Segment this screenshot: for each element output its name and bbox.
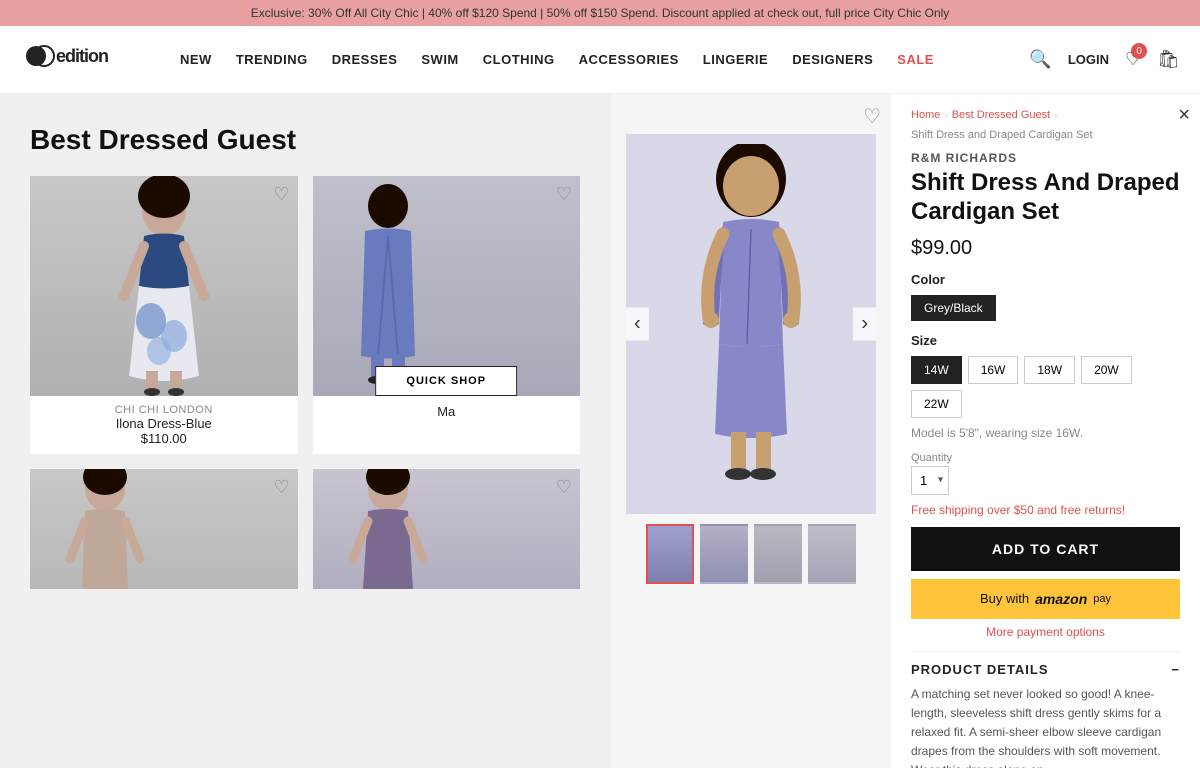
site-header: edition NEW TRENDING DRESSES SWIM CLOTHI… <box>0 26 1200 94</box>
product-title-detail: Shift Dress And Draped Cardigan Set <box>911 169 1180 227</box>
product-price-detail: $99.00 <box>911 237 1180 260</box>
product-brand-detail: R&M RICHARDS <box>911 151 1180 165</box>
wishlist-btn-main[interactable]: ♡ <box>863 104 881 129</box>
size-options: 14W 16W 18W 20W 22W <box>911 356 1180 418</box>
product-description: A matching set never looked so good! A k… <box>911 685 1180 768</box>
breadcrumb-current: Shift Dress and Draped Cardigan Set <box>911 129 1180 141</box>
product-details-section[interactable]: PRODUCT DETAILS − <box>911 651 1180 677</box>
product-image-3: ♡ <box>30 469 298 589</box>
product-card-4[interactable]: ♡ <box>313 469 581 589</box>
color-swatch[interactable]: Grey/Black <box>911 295 996 321</box>
image-prev-btn[interactable]: ‹ <box>626 308 649 341</box>
svg-text:edition: edition <box>56 46 108 66</box>
nav-designers[interactable]: DESIGNERS <box>792 52 873 67</box>
product-card-1[interactable]: ♡ <box>30 176 298 454</box>
category-panel: Best Dressed Guest ♡ <box>0 94 610 768</box>
main-product-image: ‹ <box>626 134 876 514</box>
nav-lingerie[interactable]: LINGERIE <box>703 52 768 67</box>
nav-dresses[interactable]: DRESSES <box>332 52 398 67</box>
wishlist-badge: 0 <box>1131 43 1147 59</box>
promo-banner: Exclusive: 30% Off All City Chic | 40% o… <box>0 0 1200 26</box>
size-18w[interactable]: 18W <box>1024 356 1075 384</box>
thumbnail-row <box>646 524 856 584</box>
size-16w[interactable]: 16W <box>968 356 1019 384</box>
product-images: ♡ ‹ <box>611 94 891 768</box>
product-card-2[interactable]: ♡ <box>313 176 581 454</box>
model-note: Model is 5'8", wearing size 16W. <box>911 426 1180 440</box>
nav-swim[interactable]: SWIM <box>421 52 458 67</box>
nav-accessories[interactable]: ACCESSORIES <box>579 52 679 67</box>
product-image-1: ♡ <box>30 176 298 396</box>
thumbnail-1[interactable] <box>646 524 694 584</box>
close-button[interactable]: × <box>1178 104 1190 127</box>
login-button[interactable]: LOGIN <box>1068 52 1109 67</box>
wishlist-btn-3[interactable]: ♡ <box>273 477 289 498</box>
product-info-1: CHI CHI LONDON Ilona Dress-Blue $110.00 <box>30 396 298 454</box>
breadcrumb-parent[interactable]: Best Dressed Guest <box>952 109 1050 121</box>
color-label: Color <box>911 272 1180 287</box>
size-section: Size 14W 16W 18W 20W 22W <box>911 333 1180 418</box>
main-content: Best Dressed Guest ♡ <box>0 94 1200 768</box>
site-logo[interactable]: edition <box>20 36 150 83</box>
product-info-2: Ma <box>313 396 581 427</box>
product-brand-1: CHI CHI LONDON <box>34 404 294 416</box>
collapse-icon: − <box>1171 662 1180 677</box>
product-details-label: PRODUCT DETAILS <box>911 662 1049 677</box>
cart-icon[interactable]: 🛍 <box>1157 49 1180 70</box>
amazon-logo: amazon <box>1035 591 1087 607</box>
quantity-section: Quantity 1 2 3 ▾ <box>911 452 1180 495</box>
product-card-3[interactable]: ♡ <box>30 469 298 589</box>
product-name-2: Ma <box>317 404 577 419</box>
header-actions: 🔍 LOGIN ♡0 🛍 <box>1029 49 1180 70</box>
quantity-wrapper: 1 2 3 ▾ <box>911 466 949 495</box>
size-14w[interactable]: 14W <box>911 356 962 384</box>
product-detail-info: Home › Best Dressed Guest › Shift Dress … <box>891 94 1200 768</box>
product-detail-panel: × ♡ ‹ <box>610 94 1200 768</box>
product-price-1: $110.00 <box>34 431 294 446</box>
thumbnail-4[interactable] <box>808 524 856 584</box>
size-22w[interactable]: 22W <box>911 390 962 418</box>
breadcrumb: Home › Best Dressed Guest › <box>911 109 1180 121</box>
quantity-select[interactable]: 1 2 3 <box>911 466 949 495</box>
wishlist-icon[interactable]: ♡0 <box>1125 49 1141 70</box>
product-image-4: ♡ <box>313 469 581 589</box>
amazon-pay-text: Buy with <box>980 591 1029 606</box>
main-nav: NEW TRENDING DRESSES SWIM CLOTHING ACCES… <box>180 52 1029 67</box>
product-grid: ♡ <box>30 176 580 589</box>
size-20w[interactable]: 20W <box>1081 356 1132 384</box>
wishlist-btn-4[interactable]: ♡ <box>556 477 572 498</box>
search-icon[interactable]: 🔍 <box>1029 49 1051 70</box>
thumbnail-2[interactable] <box>700 524 748 584</box>
product-name-1: Ilona Dress-Blue <box>34 416 294 431</box>
more-payment-options[interactable]: More payment options <box>911 625 1180 639</box>
banner-text: Exclusive: 30% Off All City Chic | 40% o… <box>251 6 950 20</box>
wishlist-btn-1[interactable]: ♡ <box>273 184 289 205</box>
nav-sale[interactable]: SALE <box>897 52 934 67</box>
color-section: Color Grey/Black <box>911 272 1180 333</box>
amazon-pay-button[interactable]: Buy with amazon pay <box>911 579 1180 619</box>
free-shipping-text: Free shipping over $50 and free returns! <box>911 503 1180 517</box>
nav-new[interactable]: NEW <box>180 52 212 67</box>
amazon-pay-label: pay <box>1093 593 1111 605</box>
category-title: Best Dressed Guest <box>30 124 580 156</box>
quick-shop-btn[interactable]: QUICK SHOP <box>375 366 517 396</box>
nav-clothing[interactable]: CLOTHING <box>483 52 555 67</box>
breadcrumb-home[interactable]: Home <box>911 109 940 121</box>
thumbnail-3[interactable] <box>754 524 802 584</box>
wishlist-btn-2[interactable]: ♡ <box>556 184 572 205</box>
quantity-label: Quantity <box>911 452 1180 464</box>
nav-trending[interactable]: TRENDING <box>236 52 308 67</box>
image-next-btn[interactable]: › <box>853 308 876 341</box>
size-label: Size <box>911 333 1180 348</box>
add-to-cart-button[interactable]: ADD TO CART <box>911 527 1180 571</box>
product-image-2: ♡ <box>313 176 581 396</box>
